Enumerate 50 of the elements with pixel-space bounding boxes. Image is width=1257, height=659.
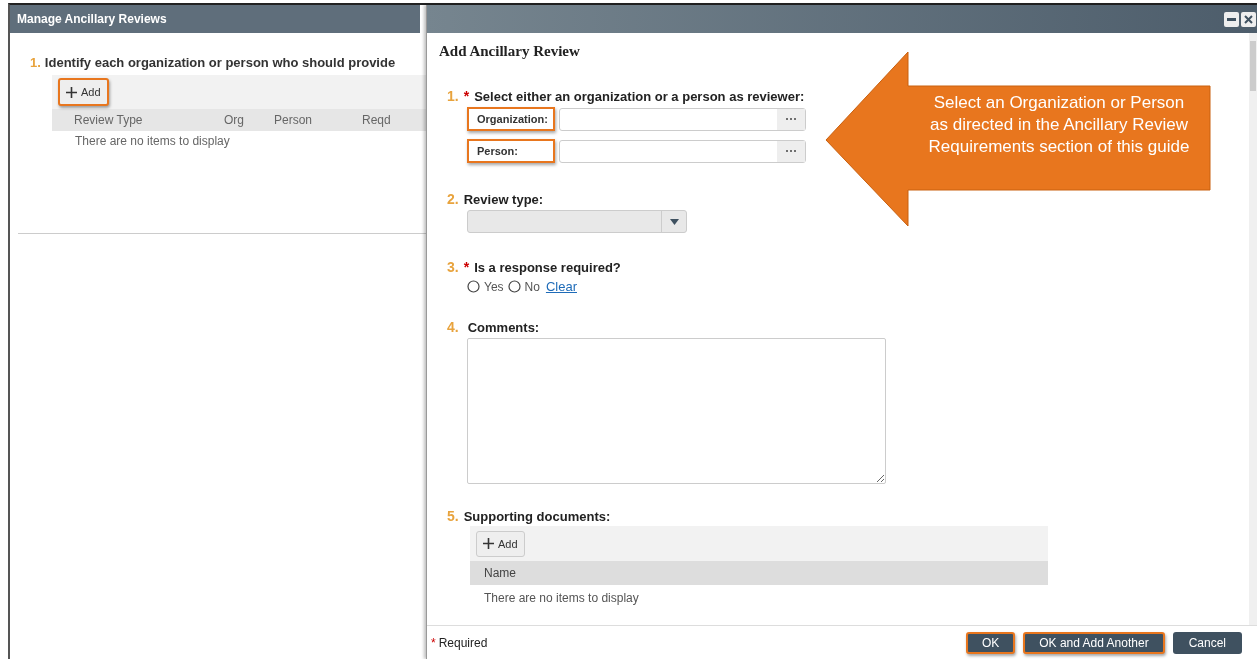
question-label: Supporting documents: <box>463 509 611 524</box>
add-button[interactable]: Add <box>476 530 525 557</box>
radio-option[interactable]: No <box>507 279 540 294</box>
radio-option[interactable]: Yes <box>467 279 504 294</box>
add-button[interactable]: Add <box>58 78 109 106</box>
scrollbar[interactable] <box>1249 33 1257 625</box>
callout-text: Select an Organization or Person as directed in the Ancillary Review Requirements section of this guide <box>927 92 1191 158</box>
minimize-button[interactable] <box>1224 11 1239 27</box>
step-label: Identify each organization or person who should provide <box>44 55 396 70</box>
required-marker: * <box>463 88 470 104</box>
dialog-button[interactable]: OK and Add Another <box>1023 631 1165 654</box>
step-number: 2. <box>447 191 459 207</box>
window-title: Manage Ancillary Reviews <box>10 5 420 33</box>
column-header: Review Type <box>74 113 144 127</box>
radio-icon <box>467 280 480 293</box>
field-label: Organization: <box>467 107 555 131</box>
close-button[interactable] <box>1241 11 1256 27</box>
question-label: Select either an organization or a person as reviewer: <box>474 89 805 104</box>
question-label: Is a response required? <box>474 260 621 275</box>
column-header: Reqd <box>362 113 392 127</box>
plus-icon <box>483 538 494 549</box>
field-label: Person: <box>467 139 555 163</box>
required-marker: * <box>463 259 470 275</box>
empty-message: There are no items to display <box>75 134 231 148</box>
required-marker: * <box>431 635 436 650</box>
step-number: 4. <box>447 319 459 335</box>
lookup-field[interactable] <box>559 139 806 163</box>
dialog-button[interactable]: Cancel <box>1172 631 1242 654</box>
plus-icon <box>66 86 77 98</box>
required-note: Required <box>438 635 488 650</box>
clear-link[interactable]: Clear <box>545 279 577 294</box>
question-label: Review type: <box>463 192 544 207</box>
empty-message: There are no items to display <box>484 591 640 605</box>
radio-icon <box>507 280 521 293</box>
close-icon <box>1244 14 1253 24</box>
question-label: Comments: <box>467 320 540 335</box>
step-number: 3. <box>447 259 459 275</box>
lookup-field[interactable] <box>559 107 806 131</box>
minimize-icon <box>1227 17 1236 21</box>
caret-icon <box>669 218 679 225</box>
review-type-dropdown[interactable] <box>467 210 687 233</box>
step-number: 1. <box>447 88 459 104</box>
column-header: Org <box>224 113 245 127</box>
step-number: 5. <box>447 508 459 524</box>
dialog-title: Add Ancillary Review <box>439 43 581 60</box>
step-number: 1. <box>30 55 41 70</box>
column-header: Name <box>484 566 516 580</box>
dialog-button[interactable]: OK <box>965 631 1016 654</box>
comments-field[interactable] <box>467 338 886 484</box>
column-header: Person <box>274 113 314 127</box>
